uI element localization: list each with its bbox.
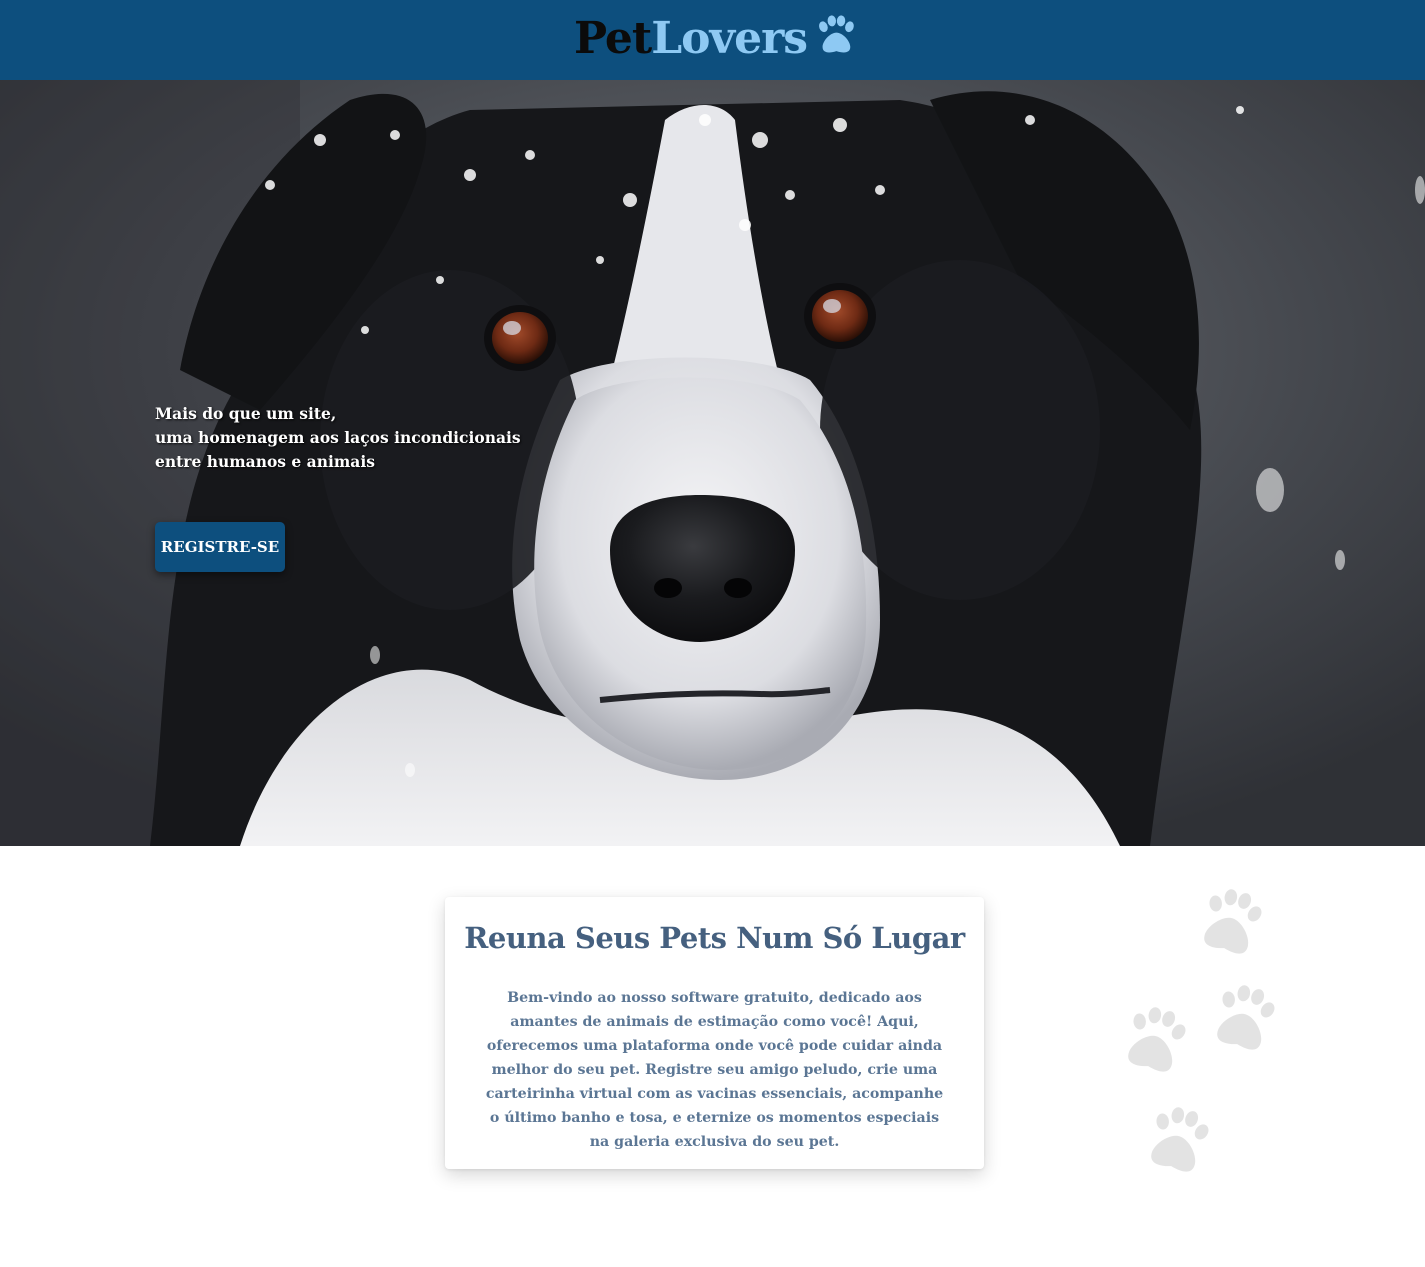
paw-print-icon: [1128, 1007, 1186, 1072]
about-description: Bem-vindo ao nosso software gratuito, de…: [485, 990, 944, 1150]
hero-section: Mais do que um site, uma homenagem aos l…: [0, 80, 1425, 846]
paw-icon: [819, 15, 854, 53]
logo-text-pet: Pet: [574, 12, 652, 64]
paw-print-icon: [1204, 889, 1262, 954]
hero-tagline-line-2: uma homenagem aos laços incondicionais: [155, 428, 521, 447]
paw-print-icon: [1217, 985, 1275, 1050]
about-card: Reuna Seus Pets Num Só Lugar Bem-vindo a…: [445, 897, 984, 1169]
hero-tagline-line-1: Mais do que um site,: [155, 404, 337, 423]
register-button[interactable]: REGISTRE-SE: [155, 522, 285, 572]
site-logo[interactable]: Pet Lovers: [574, 6, 857, 70]
hero-tagline: Mais do que um site, uma homenagem aos l…: [155, 402, 521, 474]
logo-text-lovers: Lovers: [651, 12, 808, 64]
about-title: Reuna Seus Pets Num Só Lugar: [464, 921, 965, 955]
site-header: Pet Lovers: [0, 0, 1425, 80]
hero-tagline-line-3: entre humanos e animais: [155, 452, 375, 471]
paw-print-icon: [1151, 1107, 1209, 1172]
